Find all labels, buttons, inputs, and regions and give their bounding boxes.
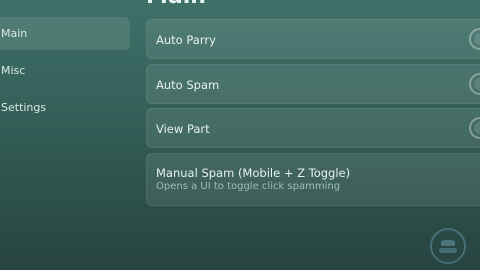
feature-label: Auto Spam <box>156 78 220 92</box>
sidebar-item-label: Misc <box>1 64 26 77</box>
feature-auto-parry[interactable]: Auto Parry <box>146 19 480 59</box>
sidebar-item-misc[interactable]: Misc <box>0 54 130 87</box>
auto-parry-toggle[interactable] <box>469 28 480 50</box>
feature-label: View Part <box>156 122 210 136</box>
sidebar-item-label: Main <box>1 27 28 40</box>
feature-description: Opens a UI to toggle click spamming <box>156 181 341 192</box>
watermark-logo-icon <box>430 228 466 264</box>
feature-label: Manual Spam (Mobile + Z Toggle) <box>156 166 351 180</box>
sidebar-item-settings[interactable]: Settings <box>0 91 130 124</box>
auto-spam-toggle[interactable] <box>469 73 480 95</box>
feature-view-part[interactable]: View Part <box>146 108 480 148</box>
sidebar-item-label: Settings <box>1 101 47 114</box>
sidebar: Main Misc Settings <box>0 0 140 270</box>
view-part-toggle[interactable] <box>469 117 480 139</box>
page-title: Main <box>146 0 206 8</box>
manual-spam-button[interactable]: Manual Spam (Mobile + Z Toggle) Opens a … <box>146 153 480 206</box>
feature-label: Auto Parry <box>156 33 216 47</box>
sidebar-item-main[interactable]: Main <box>0 17 130 50</box>
feature-auto-spam[interactable]: Auto Spam <box>146 64 480 104</box>
